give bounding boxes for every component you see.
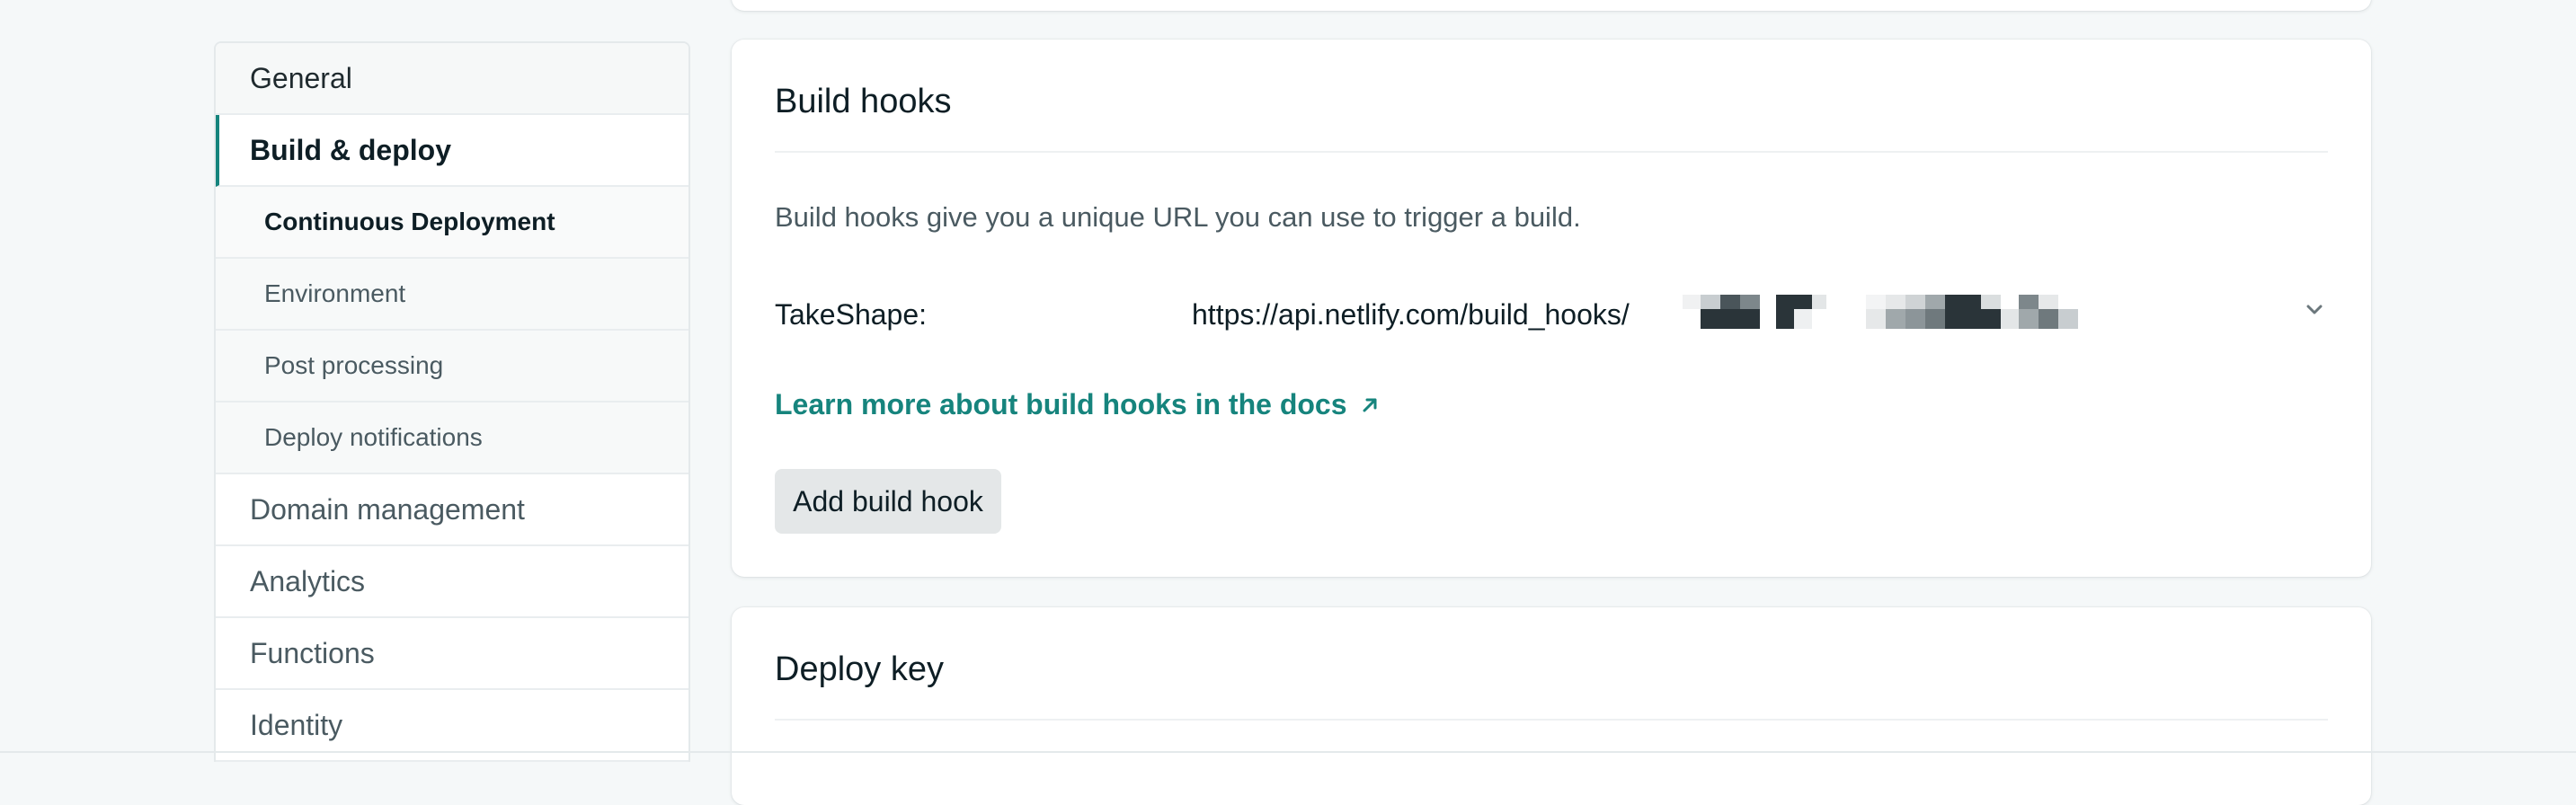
sidebar-item-domain-management[interactable]: Domain management xyxy=(216,474,688,546)
redacted-hook-id xyxy=(1683,295,2078,329)
build-hook-name: TakeShape: xyxy=(775,298,928,331)
sidebar-subitem-environment[interactable]: Environment xyxy=(216,259,688,331)
deploy-key-title: Deploy key xyxy=(775,650,944,688)
sidebar-subitem-continuous-deployment[interactable]: Continuous Deployment xyxy=(216,187,688,259)
learn-more-build-hooks-link[interactable]: Learn more about build hooks in the docs xyxy=(775,388,1380,421)
settings-sidebar: General Build & deploy Continuous Deploy… xyxy=(214,41,690,762)
build-hooks-description: Build hooks give you a unique URL you ca… xyxy=(775,201,1581,233)
section-divider xyxy=(775,719,2328,721)
sidebar-item-general[interactable]: General xyxy=(216,43,688,115)
sidebar-item-build-deploy[interactable]: Build & deploy xyxy=(216,115,688,187)
sidebar-subitem-post-processing[interactable]: Post processing xyxy=(216,331,688,402)
sidebar-item-analytics[interactable]: Analytics xyxy=(216,546,688,618)
sidebar-subitem-deploy-notifications[interactable]: Deploy notifications xyxy=(216,402,688,474)
build-hooks-card: Build hooks Build hooks give you a uniqu… xyxy=(732,40,2371,577)
external-arrow-icon xyxy=(1363,398,1376,411)
deploy-key-card: Deploy key xyxy=(732,607,2371,805)
previous-settings-card xyxy=(732,0,2371,11)
section-divider xyxy=(775,151,2328,153)
learn-more-label: Learn more about build hooks in the docs xyxy=(775,388,1347,420)
sidebar-item-functions[interactable]: Functions xyxy=(216,618,688,690)
add-build-hook-button[interactable]: Add build hook xyxy=(775,469,1001,534)
build-hook-row[interactable]: TakeShape: https://api.netlify.com/build… xyxy=(775,288,2328,338)
build-hook-url[interactable]: https://api.netlify.com/build_hooks/ xyxy=(1192,298,1630,332)
build-hooks-title: Build hooks xyxy=(775,83,952,120)
chevron-down-icon[interactable] xyxy=(2301,296,2328,323)
